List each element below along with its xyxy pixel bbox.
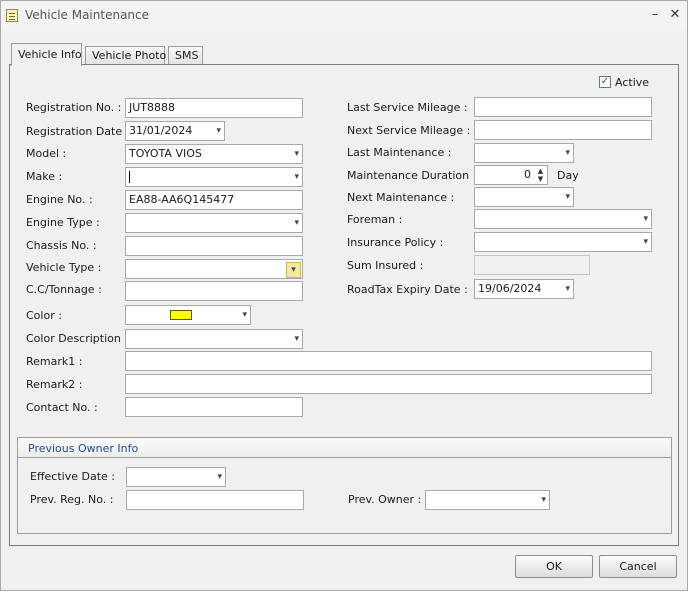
foreman-label: Foreman : bbox=[347, 213, 403, 226]
color-description-label: Color Description : bbox=[26, 332, 129, 345]
minimize-button[interactable]: – bbox=[647, 7, 663, 23]
ok-button[interactable]: OK bbox=[515, 555, 593, 578]
next-maintenance-label: Next Maintenance : bbox=[347, 191, 455, 204]
active-label: Active bbox=[615, 76, 650, 89]
registration-date-picker[interactable]: 31/01/2024 bbox=[125, 121, 225, 141]
next-maintenance-picker[interactable] bbox=[474, 187, 574, 207]
previous-owner-group: Previous Owner Info Effective Date : Pre… bbox=[17, 437, 672, 534]
title-bar: Vehicle Maintenance – ✕ bbox=[1, 1, 687, 31]
model-label: Model : bbox=[26, 147, 67, 160]
close-button[interactable]: ✕ bbox=[667, 7, 683, 23]
chassis-no-label: Chassis No. : bbox=[26, 239, 97, 252]
text-cursor bbox=[129, 171, 130, 183]
remark2-input[interactable] bbox=[125, 374, 652, 394]
vehicle-maintenance-window: Vehicle Maintenance – ✕ Vehicle Info Veh… bbox=[0, 0, 688, 591]
cancel-button[interactable]: Cancel bbox=[599, 555, 677, 578]
registration-no-label: Registration No. : bbox=[26, 101, 122, 114]
maintenance-duration-unit: Day bbox=[557, 169, 579, 182]
window-title: Vehicle Maintenance bbox=[25, 8, 150, 22]
maintenance-duration-value: 0 bbox=[524, 168, 531, 181]
cc-tonnage-label: C.C/Tonnage : bbox=[26, 283, 102, 296]
foreman-dropdown[interactable] bbox=[474, 209, 652, 229]
last-service-mileage-input[interactable] bbox=[474, 97, 652, 117]
contact-no-input[interactable] bbox=[125, 397, 303, 417]
chassis-no-input[interactable] bbox=[125, 236, 303, 256]
last-maintenance-label: Last Maintenance : bbox=[347, 146, 452, 159]
insurance-policy-label: Insurance Policy : bbox=[347, 236, 444, 249]
engine-no-input[interactable]: EA88-AA6Q145477 bbox=[125, 190, 303, 210]
effective-date-picker[interactable] bbox=[126, 467, 226, 487]
engine-no-label: Engine No. : bbox=[26, 193, 93, 206]
last-maintenance-picker[interactable] bbox=[474, 143, 574, 163]
color-swatch bbox=[170, 310, 192, 320]
spin-arrows-icon[interactable]: ▲ ▼ bbox=[535, 167, 546, 183]
prev-reg-no-input[interactable] bbox=[126, 490, 304, 510]
make-dropdown[interactable] bbox=[125, 167, 303, 187]
sum-insured-label: Sum Insured : bbox=[347, 259, 424, 272]
prev-owner-label: Prev. Owner : bbox=[348, 493, 422, 506]
vehicle-info-panel: ✓ Active Registration No. : JUT8888 Regi… bbox=[9, 64, 679, 546]
registration-no-input[interactable]: JUT8888 bbox=[125, 98, 303, 118]
color-picker[interactable] bbox=[125, 305, 251, 325]
tab-sms[interactable]: SMS bbox=[168, 46, 203, 65]
cc-tonnage-input[interactable] bbox=[125, 281, 303, 301]
last-service-mileage-label: Last Service Mileage : bbox=[347, 101, 468, 114]
engine-type-dropdown[interactable] bbox=[125, 213, 303, 233]
effective-date-label: Effective Date : bbox=[30, 470, 115, 483]
form-icon bbox=[6, 9, 18, 22]
insurance-policy-dropdown[interactable] bbox=[474, 232, 652, 252]
roadtax-expiry-date-picker[interactable]: 19/06/2024 bbox=[474, 279, 574, 299]
maintenance-duration-stepper[interactable]: 0 ▲ ▼ bbox=[474, 165, 548, 185]
previous-owner-title: Previous Owner Info bbox=[28, 442, 139, 455]
sum-insured-input bbox=[474, 255, 590, 275]
registration-date-label: Registration Date : bbox=[26, 125, 130, 138]
tab-vehicle-info[interactable]: Vehicle Info bbox=[11, 43, 82, 66]
contact-no-label: Contact No. : bbox=[26, 401, 98, 414]
remark1-input[interactable] bbox=[125, 351, 652, 371]
make-label: Make : bbox=[26, 170, 63, 183]
next-service-mileage-label: Next Service Mileage : bbox=[347, 124, 471, 137]
next-service-mileage-input[interactable] bbox=[474, 120, 652, 140]
color-description-dropdown[interactable] bbox=[125, 329, 303, 349]
remark1-label: Remark1 : bbox=[26, 355, 83, 368]
remark2-label: Remark2 : bbox=[26, 378, 83, 391]
prev-owner-dropdown[interactable] bbox=[425, 490, 550, 510]
vehicle-type-dropdown[interactable] bbox=[125, 259, 303, 279]
roadtax-expiry-date-label: RoadTax Expiry Date : bbox=[347, 283, 468, 296]
prev-reg-no-label: Prev. Reg. No. : bbox=[30, 493, 114, 506]
color-label: Color : bbox=[26, 309, 62, 322]
active-checkbox[interactable]: ✓ bbox=[599, 76, 611, 88]
vehicle-type-label: Vehicle Type : bbox=[26, 261, 102, 274]
tab-vehicle-photo[interactable]: Vehicle Photo bbox=[85, 46, 166, 65]
model-dropdown[interactable]: TOYOTA VIOS bbox=[125, 144, 303, 164]
engine-type-label: Engine Type : bbox=[26, 216, 100, 229]
previous-owner-header: Previous Owner Info bbox=[18, 438, 671, 458]
maintenance-duration-label: Maintenance Duration : bbox=[347, 169, 477, 182]
